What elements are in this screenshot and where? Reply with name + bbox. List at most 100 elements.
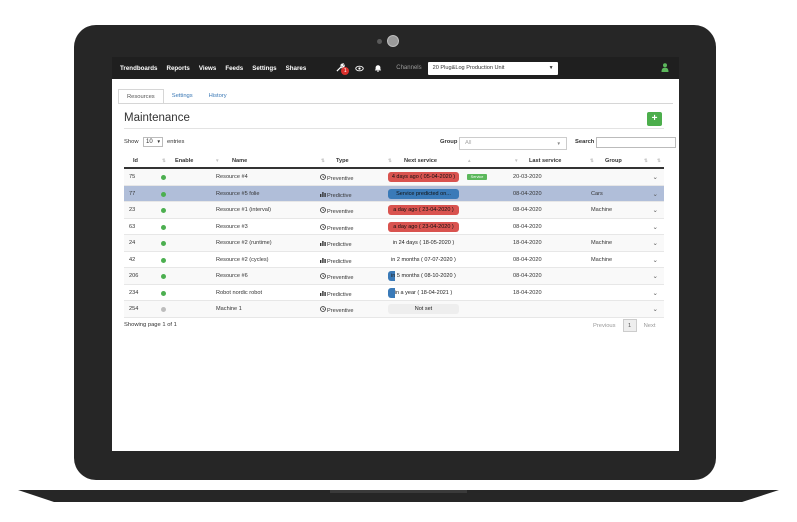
type-label: Preventive bbox=[327, 209, 354, 215]
enabled-status-icon bbox=[161, 224, 166, 230]
cell-name: Resource #4 bbox=[216, 174, 248, 180]
caret-down-icon: ▼ bbox=[548, 64, 554, 71]
col-name[interactable]: Name bbox=[232, 158, 247, 164]
cell-last-service: 08-04-2020 bbox=[513, 190, 542, 197]
sort-desc-icon: ▼ bbox=[215, 158, 220, 163]
chevron-down-icon[interactable]: ⌄ bbox=[653, 272, 658, 280]
table-row[interactable]: 234 Robot nordic robot Predictive in a year… bbox=[124, 285, 664, 301]
next-page-button[interactable]: Next bbox=[644, 323, 656, 329]
cell-group: Machine bbox=[591, 256, 613, 263]
notification-badge: 1 bbox=[341, 67, 350, 75]
type-label: Preventive bbox=[327, 176, 354, 182]
cell-group: Machine bbox=[591, 240, 613, 246]
nav-settings[interactable]: Settings bbox=[252, 65, 276, 72]
sort-icon: ⇅ bbox=[388, 158, 392, 163]
table-row[interactable]: 77 Resource #5 folie Predictive Service pre… bbox=[124, 185, 664, 202]
search-label: Search bbox=[575, 139, 595, 145]
cell-id: 77 bbox=[129, 190, 136, 197]
wrench-icon[interactable]: 1 bbox=[336, 63, 350, 75]
nav-views[interactable]: Views bbox=[199, 65, 216, 72]
cell-type: Preventive bbox=[320, 273, 353, 281]
next-service-pill: a day ago ( 23-04-2020 ) bbox=[388, 221, 459, 232]
chevron-down-icon[interactable]: ⌄ bbox=[653, 289, 658, 297]
tab-resources[interactable]: Resources bbox=[118, 89, 164, 104]
cell-last-service: 18-04-2020 bbox=[513, 289, 542, 296]
previous-page-button[interactable]: Previous bbox=[593, 323, 616, 329]
tab-history[interactable]: History bbox=[201, 89, 235, 104]
search-input[interactable] bbox=[596, 137, 676, 148]
chevron-down-icon[interactable]: ⌄ bbox=[653, 305, 658, 313]
chevron-down-icon[interactable]: ⌄ bbox=[653, 190, 658, 198]
col-last-service[interactable]: Last service bbox=[529, 158, 561, 164]
cell-id: 75 bbox=[129, 174, 136, 180]
sort-icon: ⇅ bbox=[162, 158, 166, 163]
type-label: Predictive bbox=[327, 192, 352, 199]
col-next-service[interactable]: Next service bbox=[404, 158, 437, 164]
top-navbar: Trendboards Reports Views Feeds Settings… bbox=[112, 57, 679, 79]
col-id[interactable]: Id bbox=[133, 158, 138, 164]
chevron-down-icon[interactable]: ⌄ bbox=[653, 223, 658, 231]
add-resource-button[interactable]: + bbox=[647, 112, 662, 126]
chevron-down-icon[interactable]: ⌄ bbox=[653, 256, 658, 264]
type-label: Predictive bbox=[327, 291, 352, 298]
col-group[interactable]: Group bbox=[605, 158, 622, 164]
enabled-status-icon bbox=[161, 274, 166, 279]
cell-group: Machine bbox=[591, 207, 613, 213]
next-service-pill: in 24 days ( 18-05-2020 ) bbox=[392, 240, 455, 246]
col-enable[interactable]: Enable bbox=[175, 158, 193, 164]
group-label: Group bbox=[440, 139, 458, 145]
clock-icon bbox=[320, 174, 327, 182]
page-1-button[interactable]: 1 bbox=[622, 319, 637, 332]
laptop-frame: Trendboards Reports Views Feeds Settings… bbox=[0, 0, 797, 522]
next-service-pill: Service predicted on... bbox=[388, 188, 459, 199]
entries-select[interactable]: 10 ▼ bbox=[143, 137, 163, 147]
cell-last-service: 08-04-2020 bbox=[513, 207, 542, 213]
group-select[interactable]: All ▼ bbox=[459, 137, 567, 150]
paging-info: Showing page 1 of 1 bbox=[124, 322, 177, 328]
cell-type: Preventive bbox=[320, 174, 353, 182]
cell-type: Preventive bbox=[320, 207, 353, 215]
type-label: Preventive bbox=[327, 275, 354, 281]
tab-settings[interactable]: Settings bbox=[164, 89, 201, 104]
app-screen: Trendboards Reports Views Feeds Settings… bbox=[112, 57, 679, 451]
clock-icon bbox=[320, 306, 327, 314]
cell-last-service: 08-04-2020 bbox=[513, 223, 542, 230]
next-service-pill: a day ago ( 23-04-2020 ) bbox=[388, 205, 459, 215]
cell-group: Cars bbox=[591, 190, 603, 197]
next-service-pill: in 2 months ( 07-07-2020 ) bbox=[391, 256, 456, 263]
nav-shares[interactable]: Shares bbox=[286, 65, 307, 72]
cell-name: Robot nordic robot bbox=[216, 289, 263, 296]
service-button[interactable]: Service bbox=[467, 174, 487, 180]
bell-icon[interactable] bbox=[373, 64, 382, 73]
table-row[interactable]: 63 Resource #3 Preventive a day ago ( 23-04… bbox=[124, 219, 664, 235]
next-service-pill: in 5 months ( 08-10-2020 ) bbox=[388, 271, 459, 281]
table-row[interactable]: 23 Resource #1 (interval) Preventive a day … bbox=[124, 202, 664, 219]
table-row[interactable]: 42 Resource #2 (cycles) Predictive in 2 mon… bbox=[124, 252, 664, 268]
chevron-down-icon[interactable]: ⌄ bbox=[653, 239, 658, 247]
eye-icon[interactable] bbox=[355, 64, 364, 73]
chevron-down-icon[interactable]: ⌄ bbox=[653, 173, 658, 181]
sort-icon: ⇅ bbox=[644, 158, 648, 163]
table-row[interactable]: 24 Resource #2 (runtime) Predictive in 24 d… bbox=[124, 235, 664, 252]
chevron-down-icon[interactable]: ⌄ bbox=[653, 206, 658, 214]
camera-sensor bbox=[377, 39, 382, 44]
table-row[interactable]: 206 Resource #6 Preventive in 5 months ( 08… bbox=[124, 268, 664, 285]
table-body: 75 Resource #4 Preventive 4 days ago ( 05-0… bbox=[124, 169, 664, 318]
table-controls: Show 10 ▼ entries Group All ▼ Search bbox=[124, 137, 676, 151]
entries-value: 10 bbox=[146, 139, 153, 145]
cell-type: Preventive bbox=[320, 223, 353, 232]
nav-trendboards[interactable]: Trendboards bbox=[120, 65, 157, 72]
channel-select[interactable]: 20 Plug&Log Production Unit ▼ bbox=[427, 61, 558, 75]
table-row[interactable]: 75 Resource #4 Preventive 4 days ago ( 05-0… bbox=[124, 169, 664, 186]
cell-name: Resource #2 (runtime) bbox=[216, 240, 272, 246]
col-type[interactable]: Type bbox=[336, 158, 349, 164]
nav-reports[interactable]: Reports bbox=[166, 65, 189, 72]
bar-chart-icon bbox=[320, 257, 327, 265]
nav-feeds[interactable]: Feeds bbox=[225, 65, 243, 72]
cell-type: Predictive bbox=[320, 257, 352, 265]
enabled-status-icon bbox=[161, 175, 166, 180]
table-row[interactable]: 254 Machine 1 Preventive Not set ⌄ bbox=[124, 301, 664, 318]
clock-icon bbox=[320, 207, 327, 215]
user-icon[interactable] bbox=[661, 63, 670, 73]
title-divider bbox=[124, 128, 664, 129]
